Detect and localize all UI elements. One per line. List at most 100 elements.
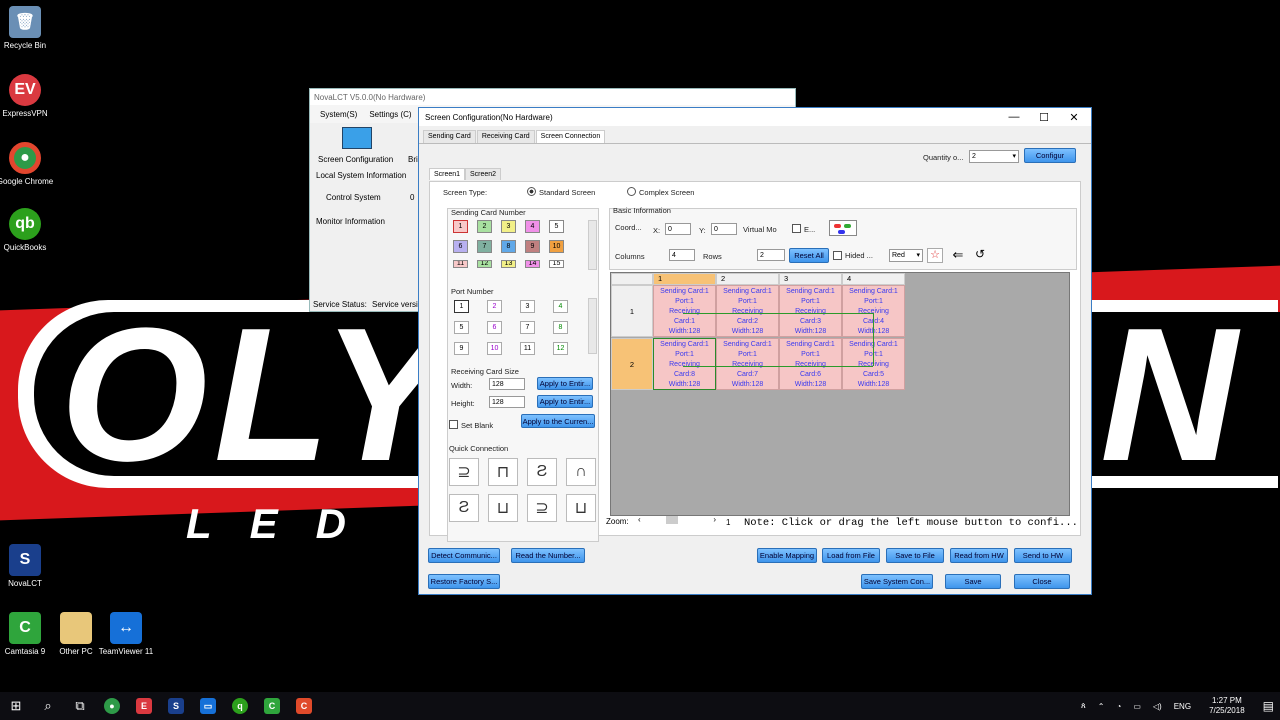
desktop-icon-quickbooks[interactable]: qb QuickBooks	[0, 208, 65, 252]
star-icon[interactable]: ☆	[927, 248, 943, 263]
grid-col-header-3[interactable]: 3	[779, 273, 842, 285]
volume-icon[interactable]: ◁)	[1153, 702, 1162, 711]
sending-card-11[interactable]: 11	[453, 260, 468, 268]
tab-screen-connection[interactable]: Screen Connection	[535, 130, 606, 143]
taskbar-recorder[interactable]: C	[288, 692, 320, 720]
save-to-file-button[interactable]: Save to File	[886, 548, 944, 563]
port-6[interactable]: 6	[487, 321, 502, 334]
taskbar-expressvpn[interactable]: E	[128, 692, 160, 720]
grid-col-header-2[interactable]: 2	[716, 273, 779, 285]
sending-card-12[interactable]: 12	[477, 260, 492, 268]
detect-communication-button[interactable]: Detect Communic...	[428, 548, 500, 563]
desktop-icon-novalct[interactable]: S NovaLCT	[0, 544, 65, 588]
sending-card-14[interactable]: 14	[525, 260, 540, 268]
send-to-hw-button[interactable]: Send to HW	[1014, 548, 1072, 563]
brightness-label[interactable]: Bri	[408, 155, 418, 164]
height-input[interactable]: 128	[489, 396, 525, 408]
port-3[interactable]: 3	[520, 300, 535, 313]
tab-sending-card[interactable]: Sending Card	[423, 130, 476, 143]
sending-card-7[interactable]: 7	[477, 240, 492, 253]
menu-system[interactable]: System(S)	[320, 110, 357, 119]
apply-entire-height-button[interactable]: Apply to Entir...	[537, 395, 593, 408]
port-number-scrollbar[interactable]	[588, 298, 597, 354]
port-12[interactable]: 12	[553, 342, 568, 355]
hided-checkbox[interactable]	[833, 251, 842, 260]
task-view-icon[interactable]: ⧉	[64, 692, 96, 720]
grid-col-header-1[interactable]: 1	[653, 273, 716, 285]
apply-entire-width-button[interactable]: Apply to Entir...	[537, 377, 593, 390]
quick-connection-pattern-3[interactable]: Ƨ	[527, 458, 557, 486]
windows-start-icon[interactable]: ⊞	[0, 692, 32, 720]
quick-connection-pattern-8[interactable]: ⊔	[566, 494, 596, 522]
sending-card-4[interactable]: 4	[525, 220, 540, 233]
quick-connection-pattern-5[interactable]: Ƨ	[449, 494, 479, 522]
grid-row-header-2[interactable]: 2	[611, 338, 653, 390]
desktop-icon-recycle-bin[interactable]: 🗑 Recycle Bin	[0, 6, 65, 50]
port-11[interactable]: 11	[520, 342, 535, 355]
columns-input[interactable]: 4	[669, 249, 695, 261]
port-9[interactable]: 9	[454, 342, 469, 355]
port-1[interactable]: 1	[454, 300, 469, 313]
x-input[interactable]: 0	[665, 223, 691, 235]
grid-cell[interactable]: Sending Card:1 Port:1 Receiving Card:1 Width…	[653, 285, 716, 337]
port-7[interactable]: 7	[520, 321, 535, 334]
save-system-config-button[interactable]: Save System Con...	[861, 574, 933, 589]
taskbar-chrome[interactable]: ●	[96, 692, 128, 720]
load-from-file-button[interactable]: Load from File	[822, 548, 880, 563]
grid-col-header-4[interactable]: 4	[842, 273, 905, 285]
sending-card-2[interactable]: 2	[477, 220, 492, 233]
y-input[interactable]: 0	[711, 223, 737, 235]
desktop-icon-teamviewer[interactable]: ↔ TeamViewer 11	[86, 612, 166, 656]
taskbar-camtasia[interactable]: C	[256, 692, 288, 720]
connection-grid[interactable]: 1 2 3 4 1 2 Sending Card:1 Port:1 Receiving Card:…	[610, 272, 1070, 516]
sending-card-5[interactable]: 5	[549, 220, 564, 233]
sending-card-8[interactable]: 8	[501, 240, 516, 253]
minimize-icon[interactable]: —	[999, 108, 1029, 126]
quick-connection-pattern-6[interactable]: ⊔	[488, 494, 518, 522]
grid-cell[interactable]: Sending Card:1 Port:1 Receiving Card:2 Width…	[716, 285, 779, 337]
tab-screen2[interactable]: Screen2	[465, 168, 502, 180]
set-blank-label[interactable]: Set Blank	[461, 421, 493, 430]
clock[interactable]: 1:27 PM 7/25/2018	[1203, 696, 1251, 716]
taskbar-quickbooks[interactable]: q	[224, 692, 256, 720]
sending-card-6[interactable]: 6	[453, 240, 468, 253]
apply-current-button[interactable]: Apply to the Curren...	[521, 414, 595, 428]
maximize-icon[interactable]: ☐	[1029, 108, 1059, 126]
restore-factory-button[interactable]: Restore Factory S...	[428, 574, 500, 589]
battery-icon[interactable]: ▭	[1133, 702, 1141, 711]
close-button[interactable]: Close	[1014, 574, 1070, 589]
screen-config-icon[interactable]	[342, 127, 372, 149]
sending-card-9[interactable]: 9	[525, 240, 540, 253]
standard-screen-radio[interactable]	[527, 187, 536, 196]
grid-cell[interactable]: Sending Card:1 Port:1 Receiving Card:8 Width…	[653, 338, 716, 390]
grid-row-header-1[interactable]: 1	[611, 285, 653, 337]
sending-card-15[interactable]: 15	[549, 260, 564, 268]
port-10[interactable]: 10	[487, 342, 502, 355]
quantity-select[interactable]: 2 ▾	[969, 150, 1019, 163]
arrow-left-icon[interactable]: ⇐	[949, 248, 967, 263]
sending-card-13[interactable]: 13	[501, 260, 516, 268]
read-from-hw-button[interactable]: Read from HW	[950, 548, 1008, 563]
grid-cell[interactable]: Sending Card:1 Port:1 Receiving Card:6 Width…	[779, 338, 842, 390]
tab-screen1[interactable]: Screen1	[429, 168, 466, 180]
read-number-button[interactable]: Read the Number...	[511, 548, 585, 563]
close-icon[interactable]: ✕	[1059, 108, 1089, 126]
desktop-icon-expressvpn[interactable]: EV ExpressVPN	[0, 74, 65, 118]
taskbar-novalct[interactable]: S	[160, 692, 192, 720]
sending-card-3[interactable]: 3	[501, 220, 516, 233]
width-input[interactable]: 128	[489, 378, 525, 390]
taskbar-app[interactable]: ▭	[192, 692, 224, 720]
complex-screen-radio[interactable]	[627, 187, 636, 196]
screen-config-label[interactable]: Screen Configuration	[318, 155, 393, 164]
sending-card-1[interactable]: 1	[453, 220, 468, 233]
port-2[interactable]: 2	[487, 300, 502, 313]
port-8[interactable]: 8	[553, 321, 568, 334]
person-icon[interactable]: ጰ	[1081, 701, 1086, 711]
undo-icon[interactable]: ↺	[971, 248, 989, 263]
language-indicator[interactable]: ENG	[1174, 702, 1191, 711]
complex-screen-label[interactable]: Complex Screen	[639, 188, 694, 197]
menu-settings[interactable]: Settings (C)	[369, 110, 411, 119]
enable-mapping-button[interactable]: Enable Mapping	[757, 548, 817, 563]
color-select[interactable]: Red ▾	[889, 249, 923, 262]
standard-screen-label[interactable]: Standard Screen	[539, 188, 595, 197]
